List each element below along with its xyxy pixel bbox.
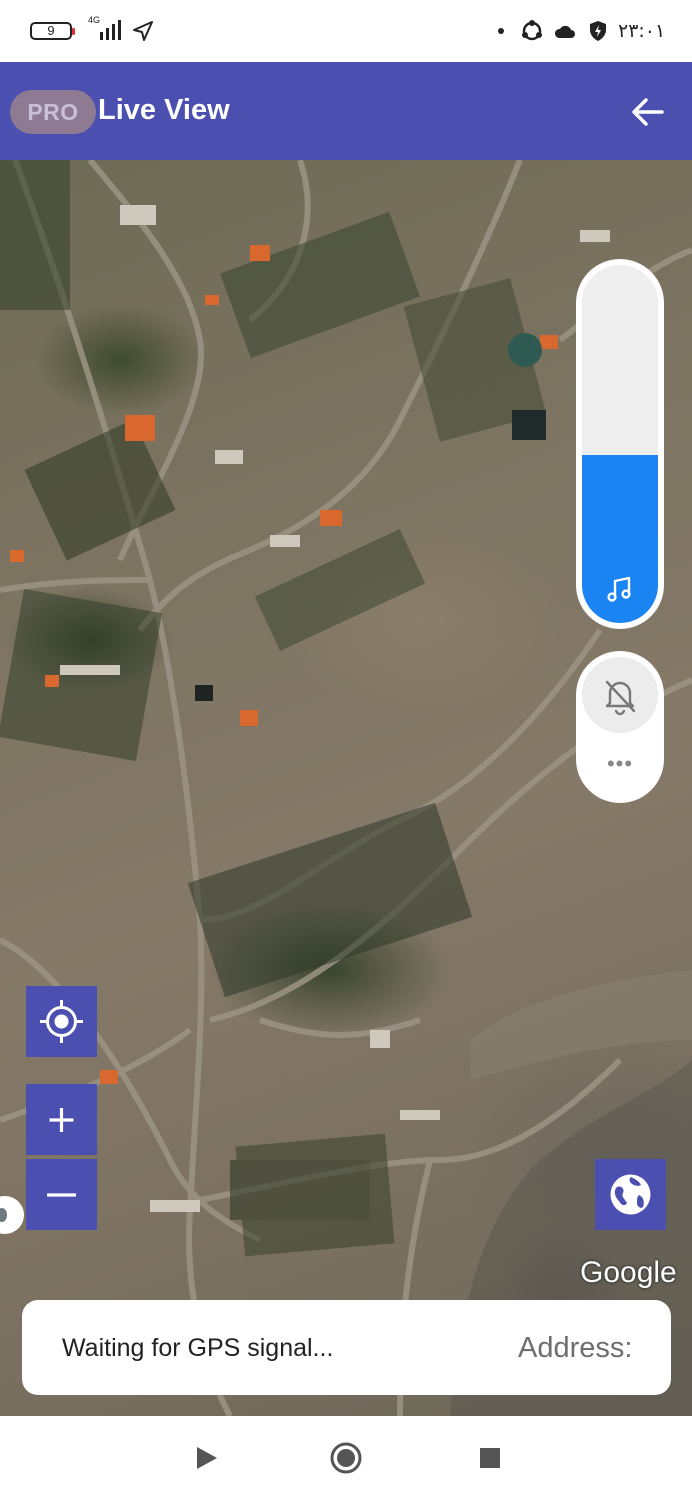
zoom-in-button[interactable] xyxy=(26,1084,97,1155)
zoom-out-button[interactable] xyxy=(26,1159,97,1230)
address-label: Address: xyxy=(518,1332,633,1364)
zoom-in-icon xyxy=(49,1108,74,1132)
address-card: Waiting for GPS signal... Address: xyxy=(22,1300,671,1395)
google-attribution: Google xyxy=(580,1256,677,1289)
back-triangle-icon[interactable] xyxy=(189,1441,223,1475)
music-note-icon xyxy=(607,576,631,602)
back-arrow-icon[interactable] xyxy=(626,90,670,134)
map-type-button[interactable] xyxy=(595,1159,666,1230)
cloud-icon xyxy=(554,25,575,38)
app-bar: PRO Live View xyxy=(0,62,692,160)
signal-icon xyxy=(100,20,121,40)
notification-dot xyxy=(498,28,504,34)
pro-badge[interactable]: PRO xyxy=(10,90,96,134)
bell-off-icon xyxy=(605,680,636,716)
page-title: Live View xyxy=(98,94,230,126)
globe-icon xyxy=(610,1174,651,1215)
home-circle-icon[interactable] xyxy=(329,1441,363,1475)
my-location-button[interactable] xyxy=(26,986,97,1057)
location-arrow-icon xyxy=(133,21,153,41)
more-options-icon[interactable]: ••• xyxy=(598,751,642,781)
sound-options-panel: ••• xyxy=(576,651,664,803)
recents-square-icon[interactable] xyxy=(473,1441,507,1475)
volume-track[interactable] xyxy=(582,265,658,623)
mute-button[interactable] xyxy=(582,657,658,733)
sync-icon xyxy=(522,20,542,41)
shield-icon xyxy=(590,21,606,41)
gps-status-text: Waiting for GPS signal... xyxy=(62,1334,334,1362)
battery-icon: 9 xyxy=(30,22,75,40)
volume-slider[interactable] xyxy=(576,259,664,629)
zoom-out-icon xyxy=(47,1193,76,1197)
clock: ۲۳:۰۱ xyxy=(618,20,666,42)
status-bar: 9 4G ۲۳:۰۱ xyxy=(0,0,692,62)
system-nav-bar xyxy=(0,1416,692,1500)
locate-icon xyxy=(40,1000,83,1043)
